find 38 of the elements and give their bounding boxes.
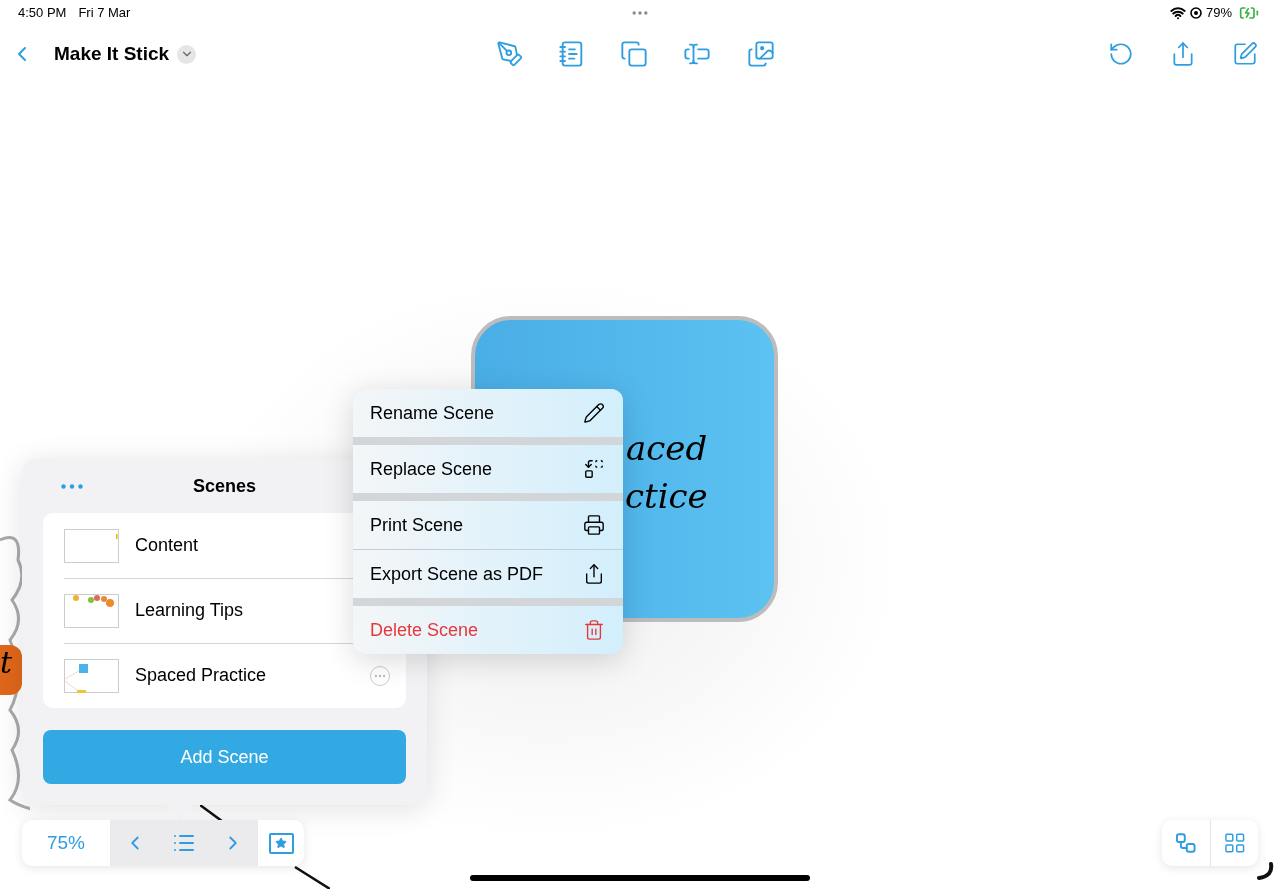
scene-name: Spaced Practice bbox=[135, 664, 267, 687]
shapes-icon[interactable] bbox=[620, 40, 648, 68]
more-icon[interactable] bbox=[61, 484, 83, 489]
title-menu-button[interactable] bbox=[177, 44, 197, 64]
trash-icon bbox=[583, 619, 605, 641]
panel-title: Scenes bbox=[192, 474, 256, 498]
canvas-shape bbox=[0, 645, 22, 695]
menu-item[interactable]: Delete Scene bbox=[353, 606, 623, 654]
scene-thumbnail bbox=[64, 658, 119, 693]
scene-name: Content bbox=[135, 534, 199, 557]
connection-icon[interactable] bbox=[1174, 831, 1198, 855]
canvas-text: t bbox=[0, 648, 13, 678]
location-lock-icon bbox=[1189, 7, 1202, 19]
pencil-icon bbox=[583, 402, 605, 424]
note-text: ctice bbox=[625, 475, 708, 518]
menu-item[interactable]: Rename Scene bbox=[353, 389, 623, 437]
menu-item[interactable]: Replace Scene bbox=[353, 445, 623, 493]
connector-line bbox=[1255, 862, 1275, 882]
status-time: 4:50 PM bbox=[18, 4, 67, 23]
share-icon bbox=[583, 563, 605, 585]
note-text: aced bbox=[625, 427, 708, 470]
wifi-icon bbox=[1169, 5, 1186, 21]
grid-icon[interactable] bbox=[1222, 831, 1246, 855]
scene-thumbnail bbox=[64, 528, 119, 563]
compose-icon[interactable] bbox=[1232, 41, 1258, 67]
undo-icon[interactable] bbox=[1108, 41, 1134, 67]
printer-icon bbox=[583, 514, 605, 536]
replace-icon bbox=[583, 458, 605, 480]
menu-item[interactable]: Print Scene bbox=[353, 501, 623, 549]
pen-icon[interactable] bbox=[496, 40, 524, 68]
menu-item[interactable]: Export Scene as PDF bbox=[353, 550, 623, 598]
image-icon[interactable] bbox=[746, 40, 776, 68]
battery-percent: 79% bbox=[1205, 4, 1232, 23]
status-date: Fri 7 Mar bbox=[78, 4, 131, 23]
scene-name: Learning Tips bbox=[135, 599, 244, 622]
scene-thumbnail bbox=[64, 593, 119, 628]
share-icon[interactable] bbox=[1170, 40, 1196, 68]
board-title: Make It Stick bbox=[54, 41, 170, 66]
